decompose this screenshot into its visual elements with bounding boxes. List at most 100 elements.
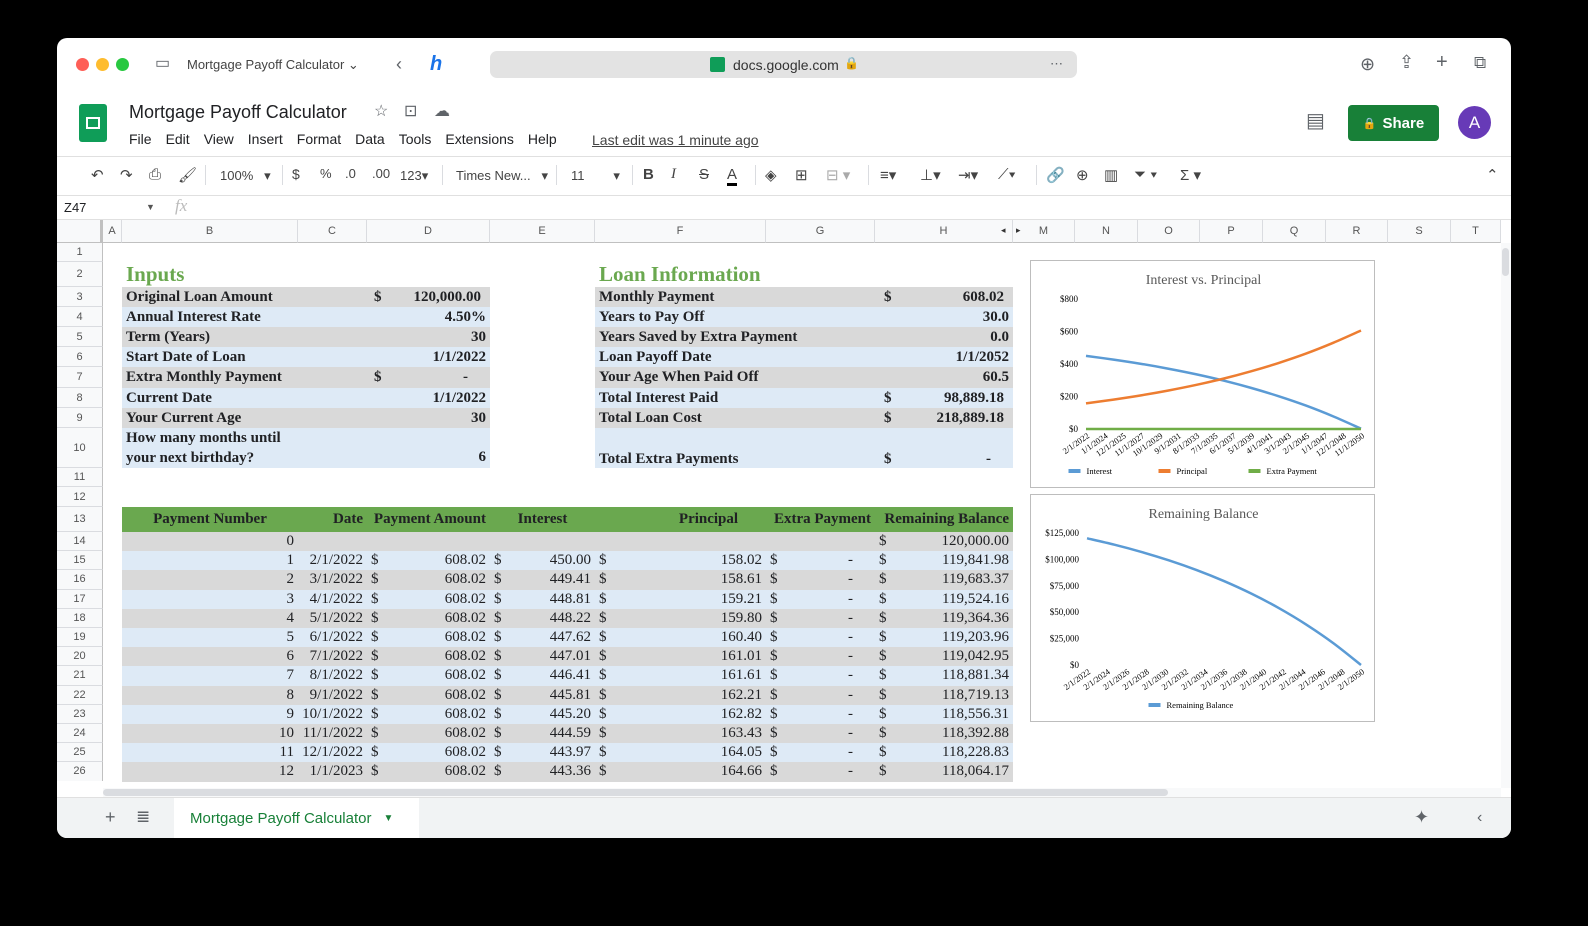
- sheet-tab-menu-icon[interactable]: ▼: [384, 813, 394, 824]
- input-value[interactable]: 30: [367, 327, 490, 347]
- all-sheets-icon[interactable]: ≣: [136, 808, 150, 825]
- row-header-15[interactable]: 15: [57, 551, 103, 571]
- name-box-dropdown-icon[interactable]: ▼: [146, 202, 155, 212]
- freeze-left-arrow-icon[interactable]: ◂: [1001, 225, 1006, 236]
- interest-cell[interactable]: 445.81: [490, 686, 595, 705]
- font-size-select[interactable]: 11 ▾: [571, 168, 620, 184]
- payment-number-cell[interactable]: 11: [122, 743, 298, 762]
- menu-data[interactable]: Data: [355, 131, 385, 147]
- add-sheet-icon[interactable]: +: [105, 808, 116, 826]
- extra-payment-cell[interactable]: -: [766, 609, 875, 628]
- extra-payment-cell[interactable]: -: [766, 724, 875, 743]
- loan-info-label[interactable]: Loan Payoff Date: [595, 347, 875, 367]
- payment-amount-cell[interactable]: 608.02: [367, 647, 490, 666]
- row-header-2[interactable]: 2: [57, 262, 103, 287]
- input-label[interactable]: Current Date: [122, 388, 367, 408]
- payment-amount-cell[interactable]: 608.02: [367, 762, 490, 781]
- inputs-heading[interactable]: Inputs: [122, 262, 400, 287]
- zoom-select[interactable]: 100% ▾: [220, 168, 271, 184]
- remaining-balance-cell[interactable]: 118,881.34: [875, 666, 1013, 685]
- fill-color-icon[interactable]: ◈: [765, 166, 777, 184]
- date-cell[interactable]: 9/1/2022: [298, 686, 367, 705]
- interest-cell[interactable]: 448.81: [490, 590, 595, 609]
- explore-icon[interactable]: ✦: [1414, 808, 1429, 826]
- payment-number-cell[interactable]: 8: [122, 686, 298, 705]
- input-label[interactable]: Term (Years): [122, 327, 367, 347]
- extra-payment-cell[interactable]: -: [766, 590, 875, 609]
- interest-cell[interactable]: 444.59: [490, 724, 595, 743]
- row-header-14[interactable]: 14: [57, 532, 103, 552]
- remaining-balance-cell[interactable]: 119,042.95: [875, 647, 1013, 666]
- principal-cell[interactable]: 164.05: [595, 743, 766, 762]
- interest-cell[interactable]: 450.00: [490, 551, 595, 570]
- print-icon[interactable]: ⎙: [149, 166, 161, 183]
- interest-cell[interactable]: 443.97: [490, 743, 595, 762]
- close-window-button[interactable]: [76, 58, 89, 71]
- horizontal-scrollbar[interactable]: [103, 788, 1501, 797]
- row-header-9[interactable]: 9: [57, 408, 103, 428]
- column-header-t[interactable]: T: [1451, 220, 1501, 243]
- row-header-21[interactable]: 21: [57, 666, 103, 686]
- row-header-5[interactable]: 5: [57, 327, 103, 347]
- freeze-right-arrow-icon[interactable]: ▸: [1016, 225, 1021, 236]
- input-label[interactable]: Your Current Age: [122, 408, 367, 428]
- tabs-overview-icon[interactable]: ⧉: [1474, 54, 1486, 71]
- column-header-h[interactable]: H: [875, 220, 1013, 243]
- menu-tools[interactable]: Tools: [399, 131, 432, 147]
- payment-number-cell[interactable]: 4: [122, 609, 298, 628]
- principal-cell[interactable]: 164.66: [595, 762, 766, 781]
- tab-title[interactable]: Mortgage Payoff Calculator ⌄: [187, 57, 359, 73]
- more-formats-button[interactable]: 123▾: [400, 168, 428, 184]
- row-header-3[interactable]: 3: [57, 287, 103, 307]
- interest-cell[interactable]: 445.20: [490, 705, 595, 724]
- principal-cell[interactable]: 162.21: [595, 686, 766, 705]
- remaining-balance-cell[interactable]: 118,556.31: [875, 705, 1013, 724]
- font-select[interactable]: Times New... ▾: [456, 168, 548, 184]
- collapse-toolbar-icon[interactable]: ⌃: [1486, 166, 1499, 184]
- row-header-25[interactable]: 25: [57, 743, 103, 763]
- loan-info-label[interactable]: Monthly Payment: [595, 287, 875, 307]
- payment-number-cell[interactable]: 1: [122, 551, 298, 570]
- increase-decimal-button[interactable]: .00: [372, 166, 390, 181]
- percent-format-button[interactable]: %: [320, 166, 332, 181]
- payment-number-cell[interactable]: 0: [122, 532, 298, 551]
- row-header-19[interactable]: 19: [57, 628, 103, 648]
- column-header-c[interactable]: C: [298, 220, 367, 243]
- row-header-10[interactable]: 10: [57, 428, 103, 468]
- row-header-8[interactable]: 8: [57, 388, 103, 408]
- remaining-balance-cell[interactable]: 119,203.96: [875, 628, 1013, 647]
- column-header-g[interactable]: G: [766, 220, 875, 243]
- column-header-q[interactable]: Q: [1263, 220, 1326, 243]
- row-header-26[interactable]: 26: [57, 762, 103, 782]
- payment-number-cell[interactable]: 9: [122, 705, 298, 724]
- row-header-17[interactable]: 17: [57, 589, 103, 609]
- bold-icon[interactable]: B: [643, 166, 654, 183]
- horizontal-align-icon[interactable]: ≡▾: [880, 166, 896, 184]
- decrease-decimal-button[interactable]: .0: [345, 166, 356, 181]
- row-header-7[interactable]: 7: [57, 367, 103, 388]
- extra-payment-cell[interactable]: -: [766, 570, 875, 589]
- more-icon[interactable]: ⋯: [1050, 57, 1063, 70]
- payment-number-cell[interactable]: 7: [122, 666, 298, 685]
- currency-format-button[interactable]: $: [292, 166, 300, 182]
- remaining-balance-cell[interactable]: 118,719.13: [875, 686, 1013, 705]
- principal-cell[interactable]: 159.21: [595, 590, 766, 609]
- menu-view[interactable]: View: [204, 131, 234, 147]
- row-header-12[interactable]: 12: [57, 487, 103, 507]
- insert-chart-icon[interactable]: ▥: [1104, 166, 1118, 184]
- payment-number-cell[interactable]: 3: [122, 590, 298, 609]
- download-icon[interactable]: ⊕: [1360, 55, 1375, 73]
- extra-payment-cell[interactable]: -: [766, 551, 875, 570]
- row-header-22[interactable]: 22: [57, 685, 103, 705]
- remaining-balance-cell[interactable]: 118,228.83: [875, 743, 1013, 762]
- interest-cell[interactable]: 449.41: [490, 570, 595, 589]
- schedule-header-6[interactable]: Remaining Balance: [875, 507, 1013, 532]
- payment-amount-cell[interactable]: 608.02: [367, 743, 490, 762]
- loan-info-value[interactable]: 60.5: [875, 367, 1013, 388]
- menu-file[interactable]: File: [129, 131, 152, 147]
- menu-help[interactable]: Help: [528, 131, 557, 147]
- menu-extensions[interactable]: Extensions: [445, 131, 513, 147]
- functions-icon[interactable]: Σ ▾: [1180, 166, 1201, 184]
- column-header-b[interactable]: B: [122, 220, 298, 243]
- input-value[interactable]: 6: [367, 428, 490, 468]
